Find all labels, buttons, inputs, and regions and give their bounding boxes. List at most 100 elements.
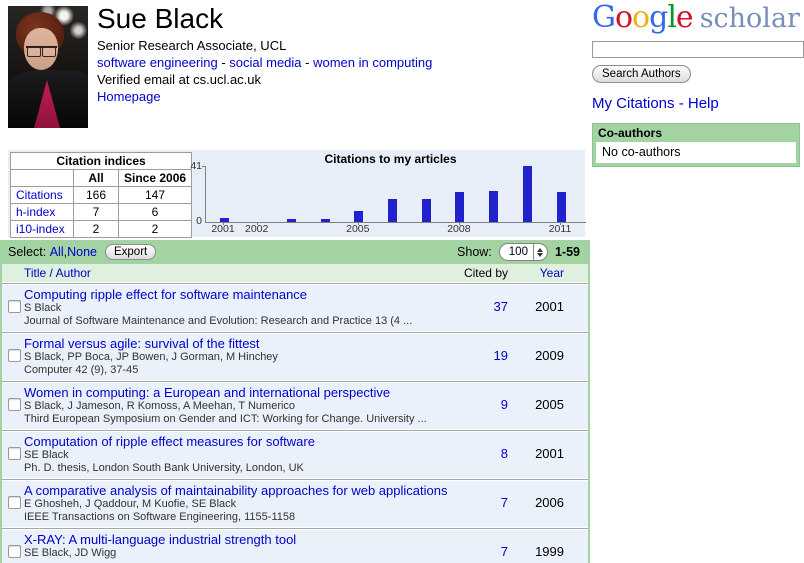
list-toolbar: Select: All, None Export Show: 100 1-59 bbox=[0, 240, 590, 264]
publication-info: Computing ripple effect for software mai… bbox=[24, 287, 462, 328]
publication-title-link[interactable]: X-RAY: A multi-language industrial stren… bbox=[24, 532, 462, 547]
row-pad bbox=[564, 483, 588, 524]
publication-authors: S Black, PP Boca, JP Bowen, J Gorman, M … bbox=[24, 351, 462, 364]
sort-by-title-link[interactable]: Title / Author bbox=[24, 266, 462, 280]
row-pad bbox=[564, 385, 588, 426]
profile-info: Sue Black Senior Research Associate, UCL… bbox=[97, 2, 432, 105]
citation-indices-table: Citation indices All Since 2006 Citation… bbox=[10, 152, 192, 238]
indices-row: Citations166147 bbox=[11, 187, 192, 204]
row-checkbox[interactable] bbox=[8, 545, 21, 558]
table-row: A comparative analysis of maintainabilit… bbox=[2, 478, 588, 527]
row-pad bbox=[564, 287, 588, 328]
cited-by-cell: 8 bbox=[462, 434, 508, 475]
indices-metric-link[interactable]: Citations bbox=[16, 188, 63, 202]
keywords: software engineering - social media - wo… bbox=[97, 55, 432, 71]
publication-authors: SE Black bbox=[24, 449, 462, 462]
table-row: Computation of ripple effect measures fo… bbox=[2, 429, 588, 478]
select-all-link[interactable]: All bbox=[50, 245, 64, 259]
google-scholar-logo: Googlescholar bbox=[592, 2, 800, 35]
x-axis-label: 2001 bbox=[206, 223, 240, 235]
keyword-link[interactable]: social media bbox=[229, 55, 301, 70]
cited-by-count-link[interactable]: 19 bbox=[494, 348, 508, 363]
y-axis-max-label: 41 bbox=[186, 160, 202, 172]
logo-letter: G bbox=[592, 0, 615, 35]
y-axis-zero-label: 0 bbox=[186, 215, 202, 227]
cited-by-count-link[interactable]: 9 bbox=[501, 397, 508, 412]
indices-col-since: Since 2006 bbox=[119, 170, 192, 187]
logo-letter: o bbox=[632, 0, 649, 35]
result-range: 1-59 bbox=[555, 245, 580, 259]
chart-bar bbox=[489, 191, 498, 222]
chart-bar bbox=[220, 218, 229, 222]
stepper-up-icon bbox=[537, 248, 543, 252]
cited-by-count-link[interactable]: 37 bbox=[494, 299, 508, 314]
x-axis-label: 2005 bbox=[341, 223, 375, 235]
scholar-wordmark: scholar bbox=[700, 3, 800, 34]
year-cell: 2001 bbox=[508, 434, 564, 475]
chart-title: Citations to my articles bbox=[198, 152, 583, 166]
publication-info: X-RAY: A multi-language industrial stren… bbox=[24, 532, 462, 560]
row-pad bbox=[564, 532, 588, 560]
row-checkbox[interactable] bbox=[8, 447, 21, 460]
row-checkbox[interactable] bbox=[8, 398, 21, 411]
chart-bar bbox=[557, 192, 566, 222]
keyword-separator: - bbox=[302, 55, 314, 70]
publication-title-link[interactable]: Computation of ripple effect measures fo… bbox=[24, 434, 462, 449]
chart-bar bbox=[455, 192, 464, 222]
cited-by-count-link[interactable]: 7 bbox=[501, 544, 508, 559]
logo-letter: o bbox=[615, 0, 632, 35]
logo-letter: e bbox=[676, 0, 693, 35]
list-header-row: Title / Author Cited by Year bbox=[0, 264, 590, 282]
row-pad bbox=[564, 336, 588, 377]
indices-since-value: 2 bbox=[119, 221, 192, 238]
publication-authors: S Black, J Jameson, R Komoss, A Meehan, … bbox=[24, 400, 462, 413]
my-citations-link[interactable]: My Citations bbox=[592, 95, 675, 112]
help-link[interactable]: Help bbox=[688, 95, 719, 112]
row-checkbox[interactable] bbox=[8, 300, 21, 313]
export-button[interactable]: Export bbox=[105, 244, 156, 260]
chart-plot bbox=[205, 166, 586, 223]
sort-by-year-link[interactable]: Year bbox=[508, 266, 564, 280]
publication-title-link[interactable]: Formal versus agile: survival of the fit… bbox=[24, 336, 462, 351]
link-separator: - bbox=[675, 95, 688, 112]
indices-row-label-cell: i10-index bbox=[11, 221, 74, 238]
cited-by-count-link[interactable]: 8 bbox=[501, 446, 508, 461]
keyword-link[interactable]: software engineering bbox=[97, 55, 218, 70]
author-search-input[interactable] bbox=[592, 41, 804, 58]
page-title: Sue Black bbox=[97, 2, 432, 36]
publication-title-link[interactable]: Computing ripple effect for software mai… bbox=[24, 287, 462, 302]
indices-empty-cell bbox=[11, 170, 74, 187]
coauthors-box: Co-authors No co-authors bbox=[592, 123, 800, 167]
publication-source: Third European Symposium on Gender and I… bbox=[24, 413, 462, 426]
keyword-link[interactable]: women in computing bbox=[313, 55, 432, 70]
indices-since-value: 6 bbox=[119, 204, 192, 221]
year-cell: 2005 bbox=[508, 385, 564, 426]
page-size-select[interactable]: 100 bbox=[499, 243, 548, 261]
cited-by-cell: 7 bbox=[462, 532, 508, 560]
indices-all-value: 2 bbox=[74, 221, 119, 238]
cited-by-cell: 37 bbox=[462, 287, 508, 328]
row-pad bbox=[564, 434, 588, 475]
table-row: Women in computing: a European and inter… bbox=[2, 380, 588, 429]
row-checkbox[interactable] bbox=[8, 349, 21, 362]
year-cell: 2001 bbox=[508, 287, 564, 328]
table-row: Formal versus agile: survival of the fit… bbox=[2, 331, 588, 380]
publication-title-link[interactable]: A comparative analysis of maintainabilit… bbox=[24, 483, 462, 498]
logo-letter: l bbox=[667, 0, 676, 35]
verified-email: Verified email at cs.ucl.ac.uk bbox=[97, 72, 432, 88]
select-stepper-icon bbox=[534, 248, 547, 257]
publication-rows: Computing ripple effect for software mai… bbox=[0, 282, 590, 563]
chart-bar bbox=[354, 211, 363, 222]
indices-row: h-index76 bbox=[11, 204, 192, 221]
indices-metric-link[interactable]: i10-index bbox=[16, 222, 65, 236]
homepage-link[interactable]: Homepage bbox=[97, 89, 161, 104]
cited-by-count-link[interactable]: 7 bbox=[501, 495, 508, 510]
publication-title-link[interactable]: Women in computing: a European and inter… bbox=[24, 385, 462, 400]
indices-metric-link[interactable]: h-index bbox=[16, 205, 55, 219]
select-none-link[interactable]: None bbox=[67, 245, 97, 259]
search-authors-button[interactable]: Search Authors bbox=[592, 65, 691, 83]
show-label: Show: bbox=[457, 245, 492, 259]
x-axis-label: 2011 bbox=[543, 223, 577, 235]
row-checkbox[interactable] bbox=[8, 496, 21, 509]
profile-affiliation: Senior Research Associate, UCL bbox=[97, 38, 432, 54]
